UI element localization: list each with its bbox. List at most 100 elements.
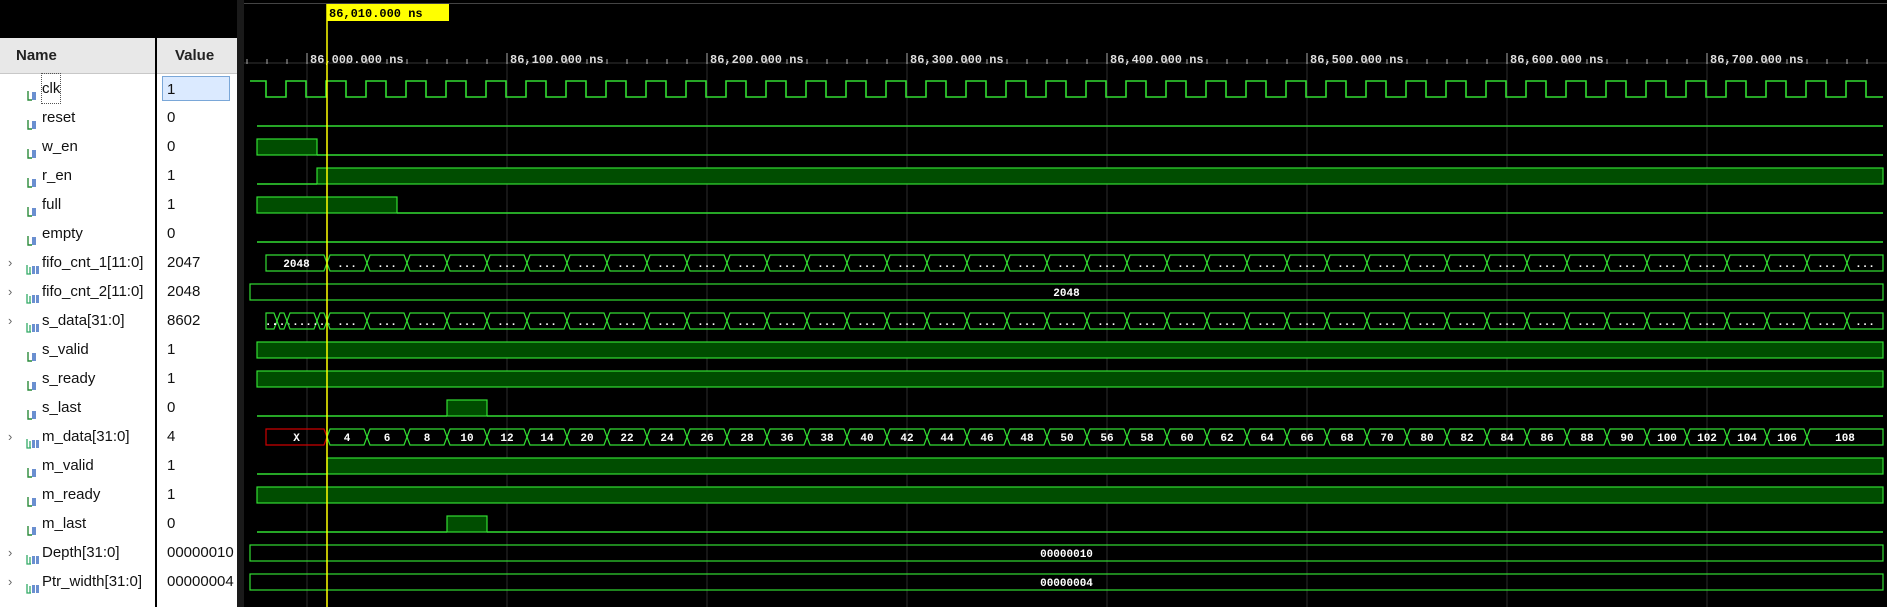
signal-row-depth[interactable]: › Depth[31:0] [0, 538, 155, 567]
pane-splitter[interactable] [237, 0, 244, 607]
signal-value-row-reset[interactable]: 0 [157, 103, 237, 132]
bus-value-label: 28 [740, 433, 754, 445]
signal-value: 2048 [167, 283, 201, 300]
signal-row-ptr-width[interactable]: › Ptr_width[31:0] [0, 567, 155, 596]
signal-name[interactable]: s_ready [42, 364, 95, 393]
expand-chevron-icon[interactable]: › [8, 306, 12, 335]
value-column-header[interactable]: Value [157, 38, 237, 74]
expand-chevron-icon[interactable]: › [8, 248, 12, 277]
bus-value-label: ... [617, 317, 637, 329]
signal-name[interactable]: m_last [42, 509, 86, 538]
expand-chevron-icon[interactable]: › [8, 277, 12, 306]
signal-value-row-m-ready[interactable]: 1 [157, 480, 237, 509]
high-segment [326, 457, 1884, 475]
bus-value-label: ... [1657, 317, 1677, 329]
signal-name[interactable]: m_ready [42, 480, 100, 509]
bus-value-label: ... [1137, 317, 1157, 329]
signal-value-row-ptr-width[interactable]: 00000004 [157, 567, 237, 596]
expand-chevron-icon[interactable]: › [8, 567, 12, 596]
signal-value-row-r-en[interactable]: 1 [157, 161, 237, 190]
name-column-header[interactable]: Name [0, 38, 155, 74]
bus-value-label: 66 [1300, 433, 1313, 445]
signal-name[interactable]: s_last [42, 393, 81, 422]
signal-row-m-last[interactable]: m_last [0, 509, 155, 538]
bus-value-label: ... [1457, 317, 1477, 329]
bus-value-label: 12 [500, 433, 513, 445]
signal-value-row-s-data[interactable]: 8602 [157, 306, 237, 335]
signal-value-row-full[interactable]: 1 [157, 190, 237, 219]
bit-signal-icon [26, 373, 38, 391]
signal-value-row-m-last[interactable]: 0 [157, 509, 237, 538]
signal-row-w-en[interactable]: w_en [0, 132, 155, 161]
signal-value-row-clk[interactable]: 1 [157, 74, 237, 103]
signal-row-full[interactable]: full [0, 190, 155, 219]
signal-name[interactable]: w_en [42, 132, 78, 161]
signal-value-row-s-ready[interactable]: 1 [157, 364, 237, 393]
signal-name[interactable]: empty [42, 219, 83, 248]
signal-value-row-w-en[interactable]: 0 [157, 132, 237, 161]
expand-chevron-icon[interactable]: › [8, 422, 12, 451]
bit-signal-icon [26, 112, 38, 130]
bus-signal-icon [26, 257, 39, 275]
bus-value-label: ... [1697, 259, 1717, 271]
signal-name[interactable]: s_data[31:0] [42, 306, 125, 335]
bus-value-label: 104 [1737, 433, 1757, 445]
signal-row-reset[interactable]: reset [0, 103, 155, 132]
bus-value-label: ... [817, 259, 837, 271]
bus-value-label: 86 [1540, 433, 1553, 445]
signal-value-row-empty[interactable]: 0 [157, 219, 237, 248]
expand-chevron-icon[interactable]: › [8, 538, 12, 567]
signal-name[interactable]: Ptr_width[31:0] [42, 567, 142, 596]
bus-value-label: ... [1377, 259, 1397, 271]
signal-row-m-ready[interactable]: m_ready [0, 480, 155, 509]
bus-value-label: ... [457, 259, 477, 271]
signal-value-row-s-valid[interactable]: 1 [157, 335, 237, 364]
bus-value-label: 2048 [283, 259, 310, 271]
bus-value-label: ... [1697, 317, 1717, 329]
signal-name[interactable]: m_data[31:0] [42, 422, 130, 451]
signal-name[interactable]: full [42, 190, 61, 219]
signal-value-row-fifo-cnt-1[interactable]: 2047 [157, 248, 237, 277]
signal-row-s-data[interactable]: › s_data[31:0] [0, 306, 155, 335]
signal-row-empty[interactable]: empty [0, 219, 155, 248]
signal-row-m-valid[interactable]: m_valid [0, 451, 155, 480]
signal-name[interactable]: Depth[31:0] [42, 538, 120, 567]
bus-value-label: 84 [1500, 433, 1514, 445]
bit-signal-icon [26, 199, 38, 217]
signal-row-r-en[interactable]: r_en [0, 161, 155, 190]
bus-value-label: ... [897, 317, 917, 329]
signal-name[interactable]: fifo_cnt_2[11:0] [42, 277, 143, 306]
signal-name[interactable]: clk [40, 73, 62, 104]
ruler-tick-label: 86,700.000 ns [1710, 53, 1804, 67]
bus-value-label: ... [977, 317, 997, 329]
signal-row-s-last[interactable]: s_last [0, 393, 155, 422]
trace-s-valid [256, 341, 1884, 359]
signal-name[interactable]: fifo_cnt_1[11:0] [42, 248, 143, 277]
signal-value-row-s-last[interactable]: 0 [157, 393, 237, 422]
signal-row-m-data[interactable]: › m_data[31:0] [0, 422, 155, 451]
signal-row-fifo-cnt-1[interactable]: › fifo_cnt_1[11:0] [0, 248, 155, 277]
signal-value: 00000004 [167, 573, 234, 590]
bus-value-label: ... [1617, 259, 1637, 271]
signal-value-row-depth[interactable]: 00000010 [157, 538, 237, 567]
signal-row-s-ready[interactable]: s_ready [0, 364, 155, 393]
bit-signal-icon [26, 228, 38, 246]
bus-value-label: 22 [620, 433, 633, 445]
signal-value: 0 [167, 225, 176, 242]
trace-m-ready [256, 486, 1884, 504]
signal-value-row-fifo-cnt-2[interactable]: 2048 [157, 277, 237, 306]
bus-value-label: ... [1417, 317, 1437, 329]
signal-name[interactable]: reset [42, 103, 75, 132]
waveform-canvas[interactable]: 86,000.000 ns 86,100.000 ns 86,200.000 ns 8… [244, 0, 1887, 607]
bus-value-label: ... [1777, 317, 1797, 329]
signal-row-clk[interactable]: clk [0, 73, 155, 104]
signal-name[interactable]: r_en [42, 161, 72, 190]
signal-row-s-valid[interactable]: s_valid [0, 335, 155, 364]
bus-value-label: 50 [1060, 433, 1073, 445]
signal-value-row-m-valid[interactable]: 1 [157, 451, 237, 480]
signal-value-row-m-data[interactable]: 4 [157, 422, 237, 451]
signal-name[interactable]: m_valid [42, 451, 94, 480]
signal-row-fifo-cnt-2[interactable]: › fifo_cnt_2[11:0] [0, 277, 155, 306]
bus-value-label: 14 [540, 433, 554, 445]
signal-name[interactable]: s_valid [42, 335, 89, 364]
